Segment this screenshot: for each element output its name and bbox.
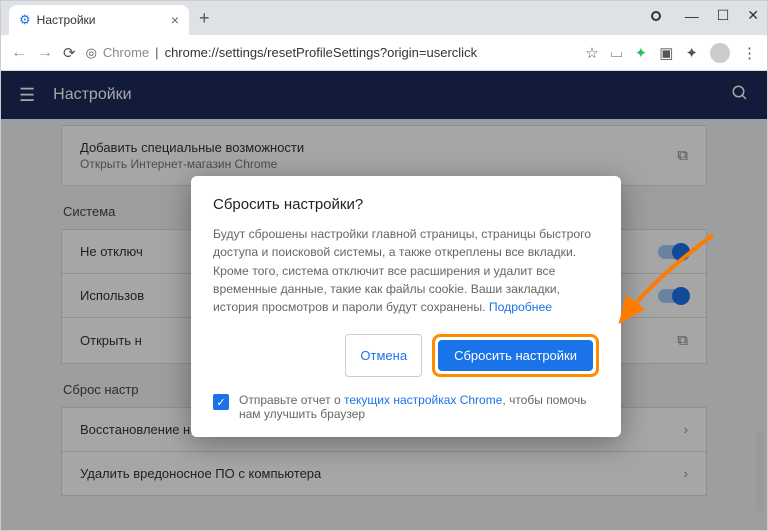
close-button[interactable]: ✕ [747,7,759,24]
address-bar: ← → ⟳ ◎ Chrome | chrome://settings/reset… [1,35,767,71]
account-indicator-icon [651,11,661,21]
new-tab-button[interactable]: + [199,8,210,29]
window-controls: — ☐ ✕ [651,7,759,24]
url-origin-label: Chrome [103,45,149,60]
dialog-title: Сбросить настройки? [213,196,599,213]
minimize-button[interactable]: — [685,8,699,24]
gear-icon: ⚙ [19,12,31,28]
dialog-footer: ✓ Отправьте отчет о текущих настройках C… [213,393,599,421]
shield-icon[interactable]: ▣ [659,44,673,62]
current-settings-link[interactable]: текущих настройках Chrome [344,393,502,407]
chrome-icon: ◎ [86,45,97,61]
window-titlebar: ⚙ Настройки × + — ☐ ✕ [1,1,767,35]
reload-button[interactable]: ⟳ [63,44,76,62]
maximize-button[interactable]: ☐ [717,7,730,24]
scrollbar-thumb[interactable] [756,431,764,511]
highlight-frame: Сбросить настройки [432,334,599,377]
menu-dots-icon[interactable]: ⋮ [742,44,757,62]
tab-title: Настройки [37,13,96,27]
extensions-icon[interactable]: ✦ [685,44,698,62]
tab-close-icon[interactable]: × [171,12,179,28]
send-report-checkbox[interactable]: ✓ [213,394,229,410]
reset-confirm-button[interactable]: Сбросить настройки [438,340,593,371]
pocket-icon[interactable]: ⌴ [611,44,623,61]
dialog-body: Будут сброшены настройки главной страниц… [213,225,599,316]
back-button[interactable]: ← [11,44,27,62]
learn-more-link[interactable]: Подробнее [489,300,552,314]
browser-tab[interactable]: ⚙ Настройки × [9,5,189,35]
cancel-button[interactable]: Отмена [345,334,422,377]
star-icon[interactable]: ☆ [585,44,598,62]
profile-avatar[interactable] [710,43,730,63]
url-field[interactable]: ◎ Chrome | chrome://settings/resetProfil… [86,45,576,61]
evernote-icon[interactable]: ✦ [635,44,648,62]
forward-button: → [37,44,53,62]
url-text: chrome://settings/resetProfileSettings?o… [165,45,478,60]
reset-dialog: Сбросить настройки? Будут сброшены настр… [191,176,621,437]
